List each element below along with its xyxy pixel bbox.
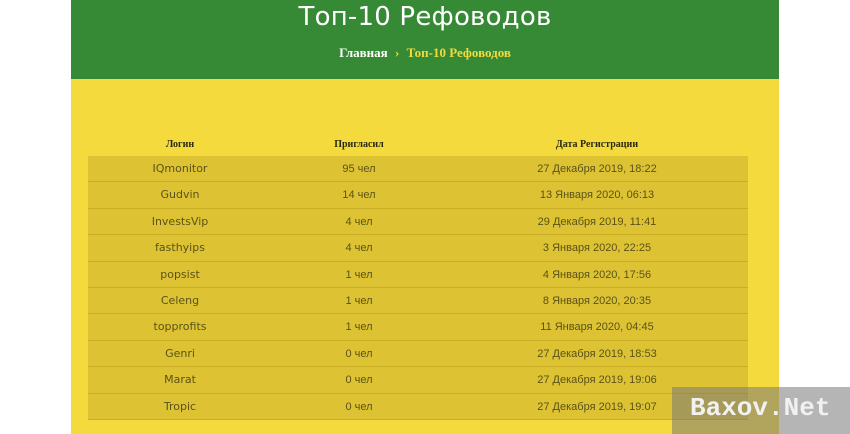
table-row: fasthyips 4 чел 3 Января 2020, 22:25 <box>88 235 748 262</box>
login-cell: IQmonitor <box>152 162 208 175</box>
table-row: Tropic 0 чел 27 Декабря 2019, 19:07 <box>88 393 748 420</box>
invited-cell: 4 чел <box>345 242 373 255</box>
date-cell: 13 Января 2020, 06:13 <box>539 189 655 202</box>
login-cell: Tropic <box>163 399 197 413</box>
table-header: Логин Пригласил Дата Регистрации <box>71 137 779 153</box>
table-row: Marat 0 чел 27 Декабря 2019, 19:06 <box>88 367 748 394</box>
invited-cell: 0 чел <box>345 400 373 413</box>
breadcrumb-current: Топ-10 Рефоводов <box>406 45 511 60</box>
login-cell: popsist <box>160 267 200 281</box>
referrers-table: IQmonitor 95 чел 27 Декабря 2019, 18:22 … <box>88 156 748 420</box>
invited-cell: 14 чел <box>342 189 376 202</box>
invited-cell: 4 чел <box>345 215 373 228</box>
breadcrumb: Главная › Топ-10 Рефоводов <box>71 44 779 62</box>
login-cell: Marat <box>164 373 196 387</box>
login-cell: Celeng <box>160 293 200 307</box>
table-row: Gudvin 14 чел 13 Января 2020, 06:13 <box>88 182 748 209</box>
breadcrumb-chevron-icon: › <box>394 45 400 60</box>
login-cell: Genri <box>165 346 195 360</box>
invited-cell: 0 чел <box>345 347 373 360</box>
invited-cell: 0 чел <box>345 374 373 387</box>
date-cell: 27 Декабря 2019, 18:22 <box>537 163 657 175</box>
page-content: Топ-10 Рефоводов Главная › Топ-10 Рефово… <box>71 0 779 434</box>
table-row: InvestsVip 4 чел 29 Декабря 2019, 11:41 <box>88 208 748 236</box>
date-cell: 11 Января 2020, 04:45 <box>540 321 654 334</box>
table-row: topprofits 1 чел 11 Января 2020, 04:45 <box>88 314 748 341</box>
invited-cell: 95 чел <box>342 163 376 175</box>
table-row: IQmonitor 95 чел 27 Декабря 2019, 18:22 <box>88 156 748 183</box>
invited-cell: 1 чел <box>345 321 373 334</box>
login-cell: InvestsVip <box>151 214 209 228</box>
date-cell: 27 Декабря 2019, 18:53 <box>537 347 657 360</box>
column-header-invited: Пригласил <box>334 139 384 150</box>
watermark-text: Baxov.Net <box>690 393 831 423</box>
page-title: Топ-10 Рефоводов <box>298 2 552 32</box>
watermark: Baxov.Net <box>672 387 850 434</box>
column-header-login: Логин <box>165 139 195 150</box>
table-row: Genri 0 чел 27 Декабря 2019, 18:53 <box>88 340 748 368</box>
column-header-date: Дата Регистрации <box>555 139 639 150</box>
date-cell: 3 Января 2020, 22:25 <box>542 242 652 255</box>
page-header: Топ-10 Рефоводов Главная › Топ-10 Рефово… <box>71 0 779 79</box>
table-row: popsist 1 чел 4 Января 2020, 17:56 <box>88 261 748 288</box>
invited-cell: 1 чел <box>345 294 373 307</box>
login-cell: topprofits <box>153 320 207 334</box>
date-cell: 4 Января 2020, 17:56 <box>542 268 652 281</box>
date-cell: 29 Декабря 2019, 11:41 <box>537 215 657 228</box>
breadcrumb-home-link[interactable]: Главная <box>339 45 388 60</box>
table-row: Celeng 1 чел 8 Января 2020, 20:35 <box>88 287 748 315</box>
login-cell: fasthyips <box>155 241 205 255</box>
date-cell: 8 Января 2020, 20:35 <box>542 294 652 307</box>
invited-cell: 1 чел <box>345 268 373 281</box>
login-cell: Gudvin <box>160 188 200 202</box>
